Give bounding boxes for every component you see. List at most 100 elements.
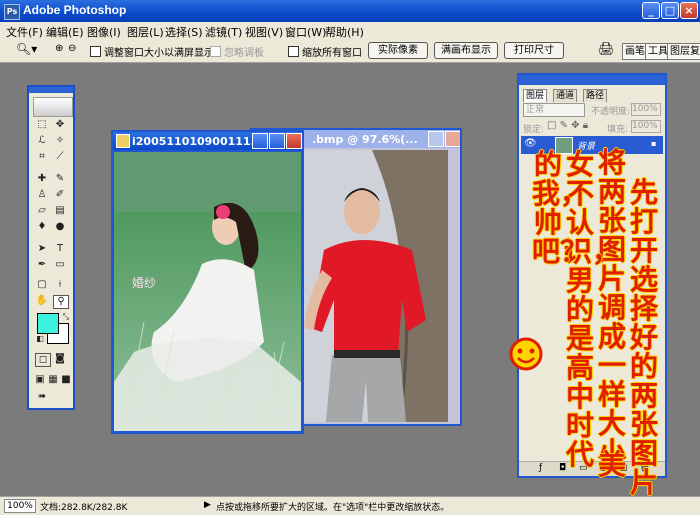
- actual-pixels-button[interactable]: 实际像素: [368, 42, 428, 59]
- tab-layer-comps[interactable]: 图层复: [667, 43, 700, 60]
- app-titlebar: Ps Adobe Photoshop _ □ ×: [0, 0, 700, 22]
- palette-well-icon[interactable]: 🖨︎: [598, 42, 615, 57]
- portrait-photo: [302, 150, 448, 422]
- document-1-close-button[interactable]: [286, 133, 302, 149]
- toolbox-header[interactable]: [29, 87, 73, 93]
- toolbox: ⬚ ✥ ℒ ✧ ⌗ ⟋ ✚ ✎ ♙ ✐ ▱ ▤ ♦ ● ➤ T ✒ ▭ ▢ ⟊ …: [27, 85, 75, 410]
- fill-label: 填充:: [607, 125, 629, 135]
- document-window-bride[interactable]: i200511010900111... 婚纱: [111, 130, 304, 434]
- document-1-minimize-button[interactable]: [252, 133, 268, 149]
- magic-wand-icon[interactable]: ✧: [53, 135, 67, 147]
- document-1-titlebar[interactable]: i200511010900111...: [113, 132, 302, 150]
- fill-field[interactable]: 100%: [631, 120, 661, 133]
- crop-tool-icon[interactable]: ⌗: [35, 151, 49, 163]
- screen-mode-full-icon[interactable]: ■: [59, 374, 73, 386]
- annotation-column-2: 将两张图片调成一样大小: [597, 146, 626, 469]
- menu-layer[interactable]: 图层(L): [127, 24, 164, 40]
- dodge-tool-icon[interactable]: ●: [53, 221, 67, 233]
- blur-tool-icon[interactable]: ♦: [35, 221, 49, 233]
- photoshop-icon: Ps: [4, 4, 20, 20]
- healing-brush-icon[interactable]: ✚: [35, 173, 49, 185]
- minimize-button[interactable]: _: [642, 2, 660, 19]
- smiley-face-icon: [509, 337, 543, 371]
- menu-bar: 文件(F) 编辑(E) 图像(I) 图层(L) 选择(S) 滤镜(T) 视图(V…: [0, 22, 700, 41]
- gradient-tool-icon[interactable]: ▤: [53, 205, 67, 217]
- maximize-button[interactable]: □: [661, 2, 679, 19]
- document-icon: [116, 134, 130, 148]
- document-2-title: .bmp @ 97.6%(...: [312, 133, 418, 146]
- blend-mode-select[interactable]: 正常: [523, 103, 585, 117]
- menu-help[interactable]: 帮助(H): [325, 24, 364, 40]
- opacity-field[interactable]: 100%: [631, 103, 661, 116]
- fit-on-screen-button[interactable]: 满画布显示: [434, 42, 498, 59]
- notes-tool-icon[interactable]: ▢: [35, 279, 49, 291]
- standard-mode-icon[interactable]: ◻: [35, 353, 51, 367]
- menu-view[interactable]: 视图(V): [245, 24, 283, 40]
- quick-mask-icon[interactable]: ◙: [53, 353, 67, 365]
- status-hint: 点按或拖移所要扩大的区域。在"选项"栏中更改缩放状态。: [216, 503, 450, 513]
- lock-label: 锁定:: [523, 125, 545, 135]
- document-size: 文档:282.8K/282.8K: [40, 503, 128, 513]
- tab-layers[interactable]: 图层: [523, 89, 548, 102]
- document-2-close-button[interactable]: [445, 131, 460, 147]
- type-tool-icon[interactable]: T: [53, 243, 67, 255]
- brush-tool-icon[interactable]: ✎: [53, 173, 67, 185]
- screen-mode-standard-icon[interactable]: ▣: [33, 374, 47, 386]
- slice-tool-icon[interactable]: ⟋: [53, 151, 67, 163]
- path-select-icon[interactable]: ➤: [35, 243, 49, 255]
- resize-windows-checkbox[interactable]: 调整窗口大小以满屏显示: [90, 44, 214, 59]
- jump-to-imageready-icon[interactable]: ➠: [35, 391, 49, 403]
- annotation-column-4: 的我，帅吧？: [532, 148, 589, 268]
- feather-logo-icon[interactable]: [33, 97, 73, 117]
- zoom-all-checkbox[interactable]: 缩放所有窗口: [288, 44, 362, 59]
- eraser-tool-icon[interactable]: ▱: [35, 205, 49, 217]
- ignore-palettes-checkbox: 忽略调板: [210, 44, 264, 59]
- close-button[interactable]: ×: [680, 2, 698, 19]
- add-style-icon[interactable]: ƒ: [539, 463, 542, 473]
- zoom-tool-icon[interactable]: ⚲: [53, 295, 69, 309]
- menu-file[interactable]: 文件(F): [6, 24, 43, 40]
- document-1-maximize-button[interactable]: [269, 133, 285, 149]
- zoom-in-icon[interactable]: ⊕: [55, 43, 63, 54]
- hand-tool-icon[interactable]: ✋: [35, 295, 49, 307]
- opacity-label: 不透明度:: [591, 107, 631, 117]
- layer-lock-icon: ▪: [651, 139, 657, 148]
- default-colors-icon[interactable]: ◧: [33, 333, 47, 345]
- zoom-tool-icon[interactable]: 🔍︎▾: [16, 42, 37, 56]
- menu-filter[interactable]: 滤镜(T): [205, 24, 242, 40]
- marquee-tool-icon[interactable]: ⬚: [35, 119, 49, 131]
- ignore-palettes-label: 忽略调板: [224, 48, 264, 59]
- zoom-out-icon[interactable]: ⊖: [68, 43, 76, 54]
- eyedropper-icon[interactable]: ⟊: [53, 279, 67, 291]
- palette-header[interactable]: [519, 75, 665, 85]
- menu-select[interactable]: 选择(S): [165, 24, 203, 40]
- stamp-tool-icon[interactable]: ♙: [35, 189, 49, 201]
- lock-icons[interactable]: □ ✎ ✥ 🔒︎: [547, 120, 588, 131]
- annotation-column-1: 先打开选择好的两张图片: [629, 176, 658, 499]
- play-icon[interactable]: ▶: [204, 500, 211, 510]
- tab-paths[interactable]: 路径: [583, 89, 608, 102]
- document-2-maximize-button[interactable]: [428, 131, 444, 147]
- pen-tool-icon[interactable]: ✒: [35, 259, 49, 271]
- move-tool-icon[interactable]: ✥: [53, 119, 67, 131]
- print-size-button[interactable]: 打印尺寸: [504, 42, 564, 59]
- app-title: Adobe Photoshop: [23, 3, 127, 17]
- status-bar: 100% 文档:282.8K/282.8K ▶ 点按或拖移所要扩大的区域。在"选…: [0, 496, 700, 515]
- svg-text:婚纱: 婚纱: [132, 276, 156, 290]
- history-brush-icon[interactable]: ✐: [53, 189, 67, 201]
- menu-edit[interactable]: 编辑(E): [46, 24, 84, 40]
- foreground-color-swatch[interactable]: [37, 313, 59, 334]
- menu-window[interactable]: 窗口(W): [285, 24, 326, 40]
- menu-image[interactable]: 图像(I): [87, 24, 121, 40]
- swap-colors-icon[interactable]: ⤡: [59, 311, 73, 323]
- options-bar: 🔍︎▾ ⊕ ⊖ 调整窗口大小以满屏显示 忽略调板 缩放所有窗口 实际像素 满画布…: [0, 40, 700, 63]
- bride-photo: 婚纱: [114, 152, 301, 431]
- lasso-tool-icon[interactable]: ℒ: [35, 135, 49, 147]
- screen-mode-full-menu-icon[interactable]: ▦: [46, 374, 60, 386]
- zoom-all-label: 缩放所有窗口: [302, 48, 362, 59]
- resize-windows-label: 调整窗口大小以满屏显示: [104, 48, 214, 59]
- shape-tool-icon[interactable]: ▭: [53, 259, 67, 271]
- tab-channels[interactable]: 通道: [553, 89, 578, 102]
- document-1-title: i200511010900111...: [132, 135, 264, 148]
- zoom-level-field[interactable]: 100%: [4, 499, 36, 513]
